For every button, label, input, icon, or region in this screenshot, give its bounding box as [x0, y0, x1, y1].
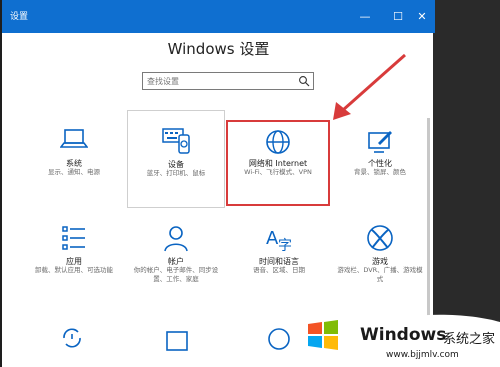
watermark-url: www.bjjmlv.com [386, 350, 459, 360]
watermark-brand: Windows [360, 325, 447, 345]
windows-logo-icon [308, 320, 338, 350]
watermark-brand-cn: 系统之家 [443, 332, 496, 347]
watermark: Windows 系统之家 www.bjjmlv.com [298, 312, 500, 367]
